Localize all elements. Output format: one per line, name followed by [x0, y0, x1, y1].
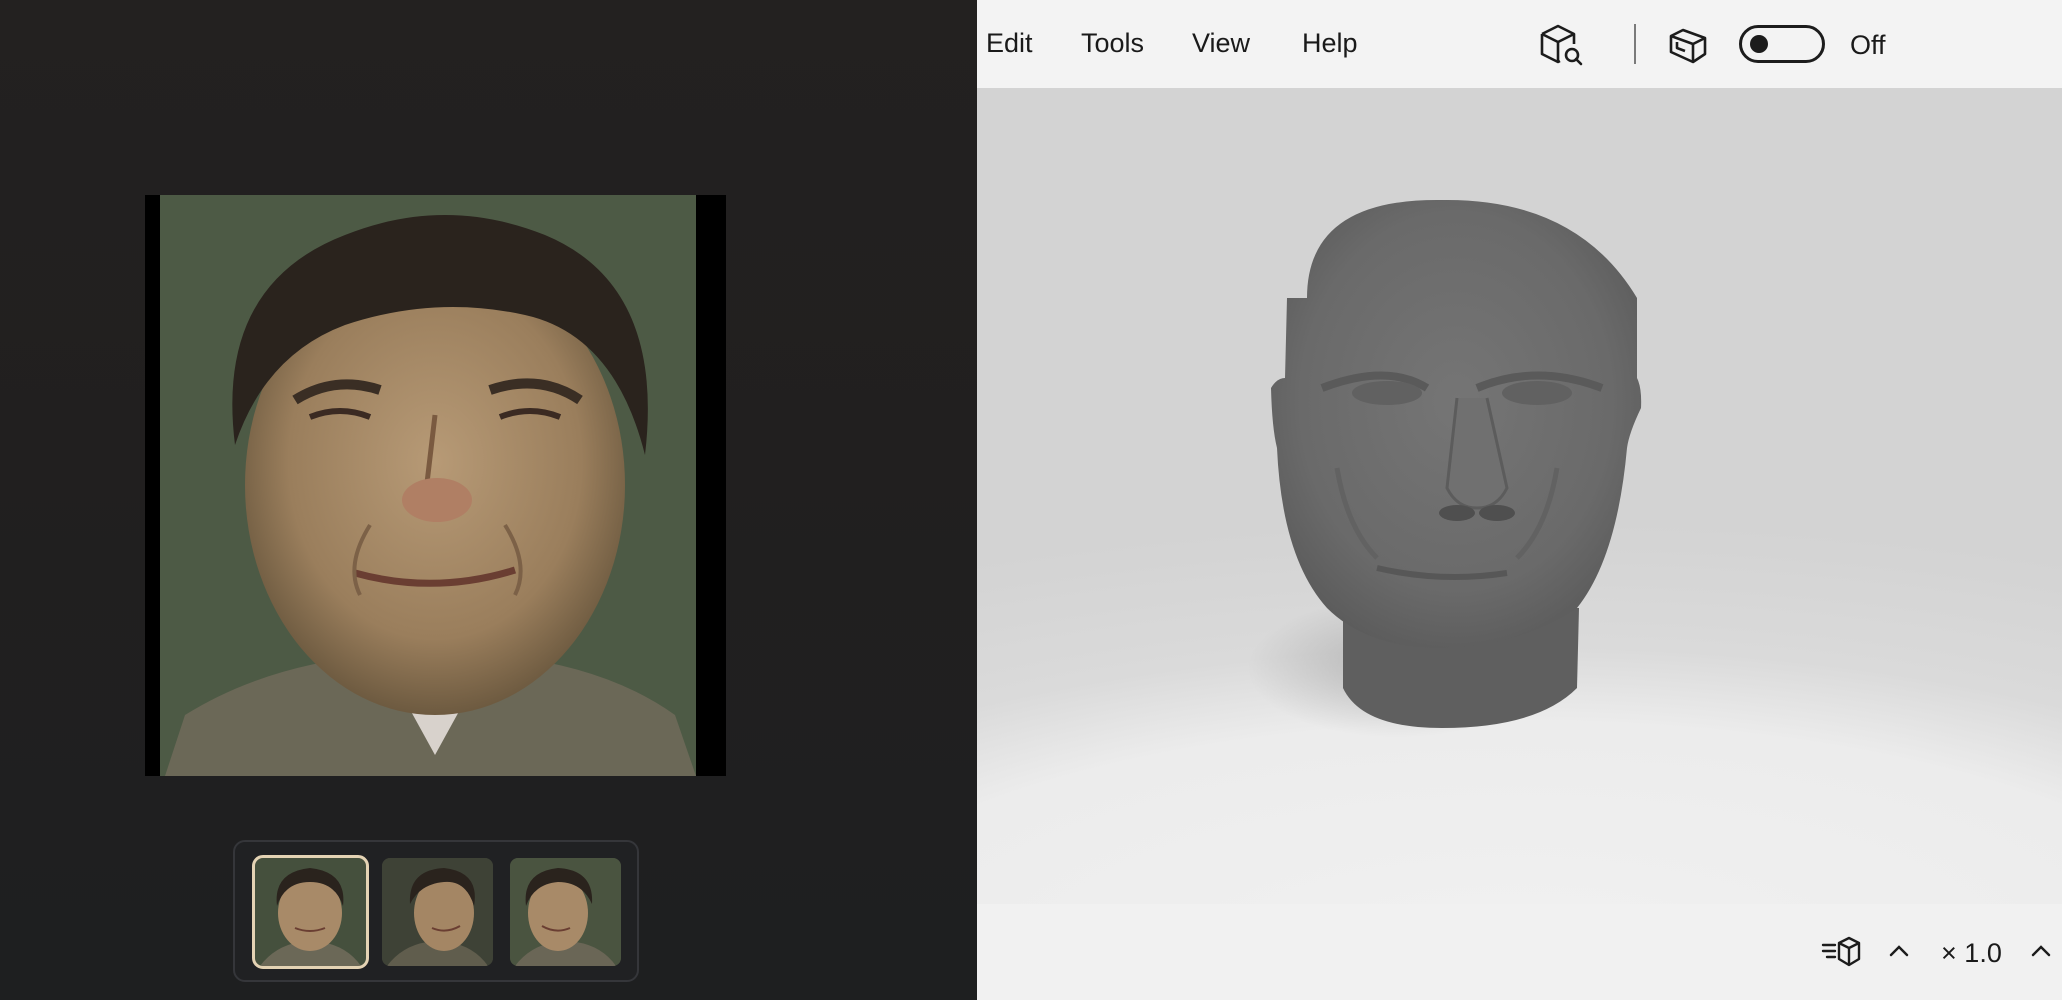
- menu-view[interactable]: View: [1192, 28, 1250, 59]
- cube-search-icon[interactable]: [1538, 22, 1584, 68]
- toolbar-separator: [1634, 24, 1636, 64]
- menu-tools[interactable]: Tools: [1081, 28, 1144, 59]
- image-panel: [0, 0, 977, 1000]
- status-bar: × 1.0: [977, 904, 2062, 1000]
- thumbnail-three-quarter-right-image: [510, 858, 621, 966]
- thumbnail-strip: [233, 840, 639, 982]
- viewer-panel: Edit Tools View Help Off × 1.0: [977, 0, 2062, 1000]
- render-mode-icon[interactable]: [1821, 935, 1863, 969]
- toggle-state-label: Off: [1850, 30, 1886, 60]
- 3d-viewport[interactable]: [977, 88, 2062, 904]
- chevron-up-icon[interactable]: [1888, 940, 1910, 962]
- face-mesh-render: [1247, 199, 1642, 738]
- face-photo-image: [145, 195, 726, 776]
- menu-bar: Edit Tools View Help Off: [977, 0, 2062, 88]
- thumbnail-three-quarter-left[interactable]: [382, 858, 493, 966]
- zoom-level: × 1.0: [1941, 938, 2002, 968]
- cube-view-icon[interactable]: [1665, 22, 1711, 68]
- thumbnail-front-image: [255, 858, 366, 966]
- zoom-chevron-up-icon[interactable]: [2030, 940, 2052, 962]
- menu-edit[interactable]: Edit: [986, 28, 1033, 59]
- thumbnail-front[interactable]: [252, 855, 369, 969]
- thumbnail-three-quarter-left-image: [382, 858, 493, 966]
- source-face-photo: [145, 195, 726, 776]
- render-toggle[interactable]: [1739, 25, 1825, 63]
- thumbnail-three-quarter-right[interactable]: [510, 858, 621, 966]
- toggle-knob: [1750, 35, 1768, 53]
- menu-help[interactable]: Help: [1302, 28, 1358, 59]
